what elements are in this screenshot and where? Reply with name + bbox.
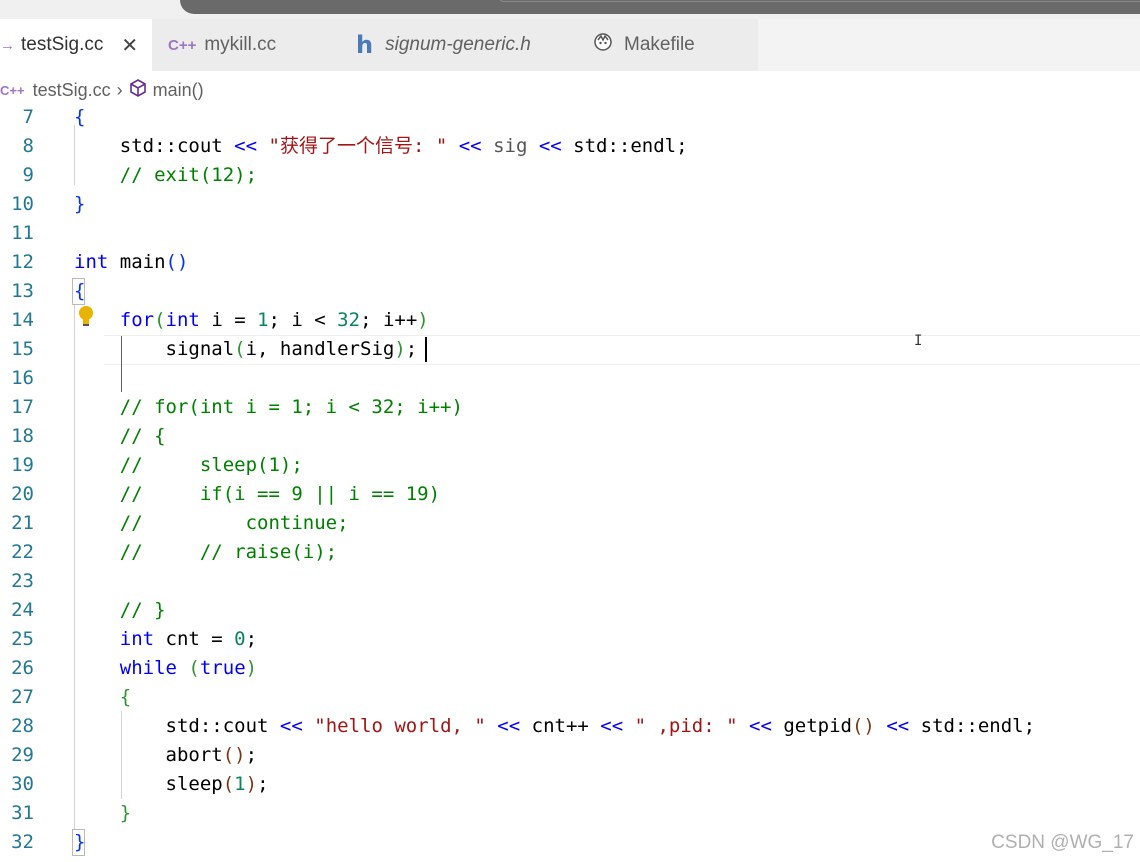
close-icon[interactable]: ✕ xyxy=(121,33,138,58)
code-line: 15 signal(i, handlerSig); xyxy=(11,338,418,360)
tab-mykill[interactable]: C++ mykill.cc xyxy=(152,19,336,71)
code-line: 17 // for(int i = 1; i < 32; i++) xyxy=(11,396,463,418)
breadcrumb-file[interactable]: testSig.cc xyxy=(33,80,111,101)
code-line: 10} xyxy=(11,193,86,215)
code-line: 12 int main() xyxy=(11,251,189,273)
chevron-right-icon: › xyxy=(116,79,123,100)
code-line: 14 for(int i = 1; i < 32; i++) xyxy=(11,309,429,331)
code-line: 8 std::cout << "获得了一个信号: " << sig << std… xyxy=(22,135,688,157)
code-line: 19 // sleep(1); xyxy=(11,454,303,476)
code-line: 32} xyxy=(11,831,86,853)
tab-signum-generic[interactable]: h signum-generic.h xyxy=(336,19,576,71)
lightbulb-icon[interactable] xyxy=(78,305,94,327)
tab-makefile[interactable]: Makefile xyxy=(576,19,758,71)
code-line: 23 xyxy=(11,570,34,592)
code-line: 7{ xyxy=(22,106,86,128)
code-line: 27 { xyxy=(11,686,132,708)
code-line: 29 abort(); xyxy=(11,744,258,766)
command-center[interactable] xyxy=(180,0,1140,14)
code-line: 31 } xyxy=(11,802,132,824)
code-line: 28 std::cout << "hello world, " << cnt++… xyxy=(11,715,1036,737)
code-line: 24 // } xyxy=(11,599,166,621)
ibeam-cursor-icon: I xyxy=(914,333,923,349)
cpp-icon: C++ xyxy=(168,36,197,54)
makefile-icon xyxy=(592,31,614,59)
tab-label: mykill.cc xyxy=(204,34,277,55)
tab-label: testSig.cc xyxy=(21,34,104,55)
code-line: 26 while (true) xyxy=(11,657,258,679)
code-line: 16 xyxy=(11,367,34,389)
title-bar xyxy=(0,0,1140,19)
code-line: 25 int cnt = 0; xyxy=(11,628,258,650)
code-line: 22 // // raise(i); xyxy=(11,541,338,563)
breadcrumb-symbol[interactable]: main() xyxy=(153,80,204,101)
code-line: 18 // { xyxy=(11,425,166,447)
arrow-icon: → xyxy=(0,36,15,54)
watermark: CSDN @WG_17 xyxy=(991,832,1134,853)
h-file-icon: h xyxy=(356,31,374,59)
tab-testsig[interactable]: → testSig.cc ✕ xyxy=(0,19,152,71)
command-center-search[interactable] xyxy=(498,0,1140,2)
text-cursor xyxy=(425,337,427,362)
method-cube-icon xyxy=(129,78,147,102)
code-line: 30 sleep(1); xyxy=(11,773,269,795)
editor-tab-bar: → testSig.cc ✕ C++ mykill.cc h signum-ge… xyxy=(0,19,1140,71)
cpp-icon: C++ xyxy=(0,82,25,98)
code-line: 11 xyxy=(11,222,34,244)
tab-label: Makefile xyxy=(624,34,695,55)
code-line: 21 // continue; xyxy=(11,512,349,534)
tab-label: signum-generic.h xyxy=(385,34,531,55)
code-line: 20 // if(i == 9 || i == 19) xyxy=(11,483,441,505)
code-line: 13{ xyxy=(11,280,86,302)
code-line: 9 // exit(12); xyxy=(22,164,258,186)
code-editor[interactable]: 7{ 8 std::cout << "获得了一个信号: " << sig << … xyxy=(0,103,1140,862)
